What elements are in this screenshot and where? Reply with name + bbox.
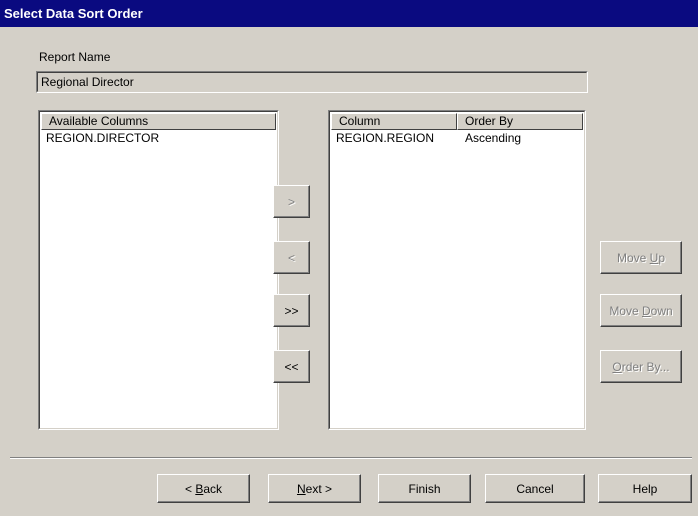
move-up-button[interactable]: Move Up	[600, 241, 682, 274]
report-name-field: Regional Director	[36, 71, 588, 93]
available-columns-list[interactable]: Available Columns REGION.DIRECTOR	[38, 110, 279, 430]
sort-columns-list[interactable]: Column Order By REGION.REGION Ascending	[328, 110, 586, 430]
report-name-label: Report Name	[39, 50, 111, 64]
add-all-columns-button[interactable]: >>	[273, 294, 310, 327]
available-columns-header[interactable]: Available Columns	[41, 113, 276, 130]
order-by-button[interactable]: Order By...	[600, 350, 682, 383]
next-button[interactable]: Next >	[268, 474, 361, 503]
window-title: Select Data Sort Order	[0, 0, 698, 27]
add-column-button[interactable]: >	[273, 185, 310, 218]
cancel-button[interactable]: Cancel	[485, 474, 585, 503]
order-by-header[interactable]: Order By	[457, 113, 583, 130]
report-name-value: Regional Director	[41, 75, 134, 89]
remove-column-button[interactable]: <	[273, 241, 310, 274]
table-row-order-by[interactable]: Ascending	[465, 131, 521, 146]
move-down-button[interactable]: Move Down	[600, 294, 682, 327]
footer-divider	[10, 457, 692, 459]
column-header[interactable]: Column	[331, 113, 457, 130]
table-row-column[interactable]: REGION.REGION	[336, 131, 434, 146]
help-button[interactable]: Help	[598, 474, 692, 503]
back-button[interactable]: < Back	[157, 474, 250, 503]
list-item[interactable]: REGION.DIRECTOR	[46, 131, 159, 146]
finish-button[interactable]: Finish	[378, 474, 471, 503]
remove-all-columns-button[interactable]: <<	[273, 350, 310, 383]
